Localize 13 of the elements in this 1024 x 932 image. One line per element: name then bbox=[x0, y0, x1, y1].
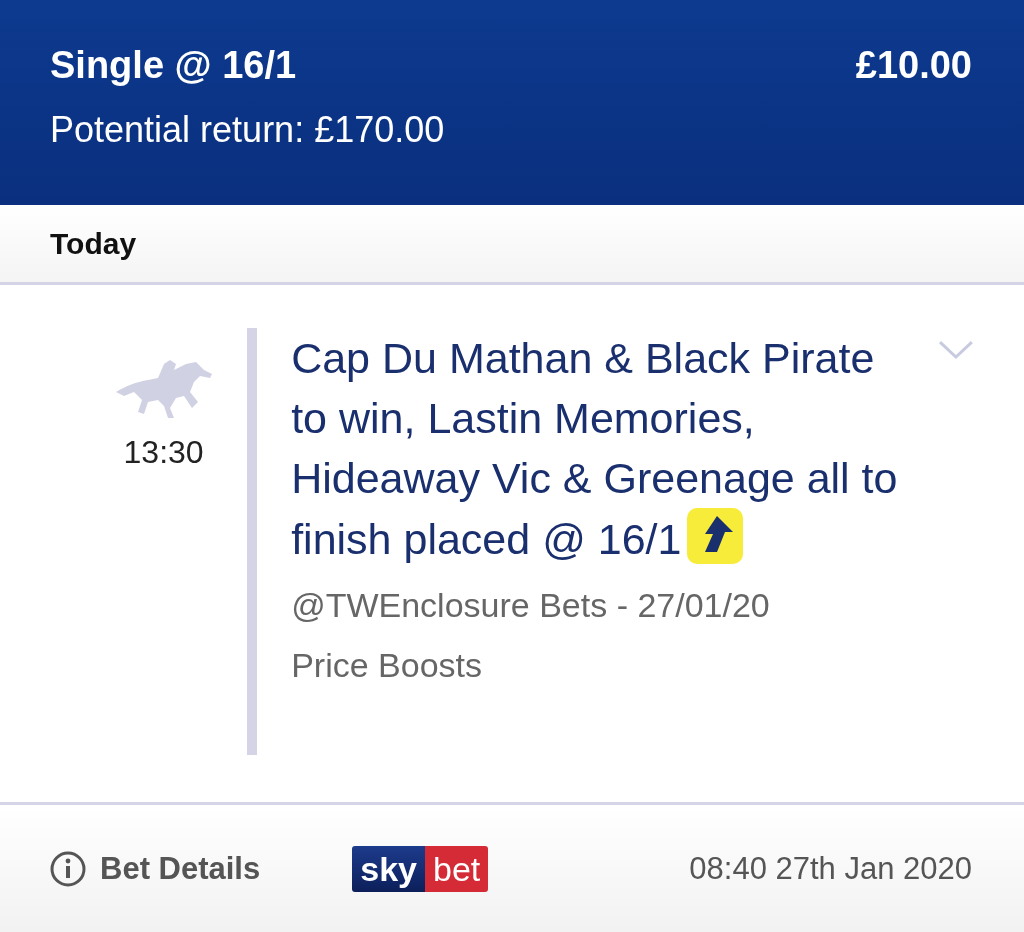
bet-title: Single @ 16/1 bbox=[50, 44, 297, 87]
bet-details-link[interactable]: Bet Details bbox=[50, 850, 261, 887]
race-time: 13:30 bbox=[123, 434, 204, 471]
placed-time: 08:40 27th Jan 2020 bbox=[689, 850, 972, 887]
stake-amount: £10.00 bbox=[855, 44, 972, 87]
chevron-down-icon[interactable] bbox=[938, 340, 974, 360]
market-name: @TWEnclosure Bets - 27/01/20 bbox=[291, 585, 771, 626]
market-category: Price Boosts bbox=[291, 645, 483, 686]
selection-text: Cap Du Mathan & Black Pirate to win, Lastin Memories, Hideaway Vic & Greenage all to finish placed @ 16/1 bbox=[291, 334, 898, 563]
sky-bet-logo: sky bet bbox=[352, 845, 489, 892]
info-icon bbox=[50, 850, 86, 887]
section-title: Today bbox=[50, 226, 137, 261]
potential-return: Potential return: £170.00 bbox=[50, 109, 445, 151]
